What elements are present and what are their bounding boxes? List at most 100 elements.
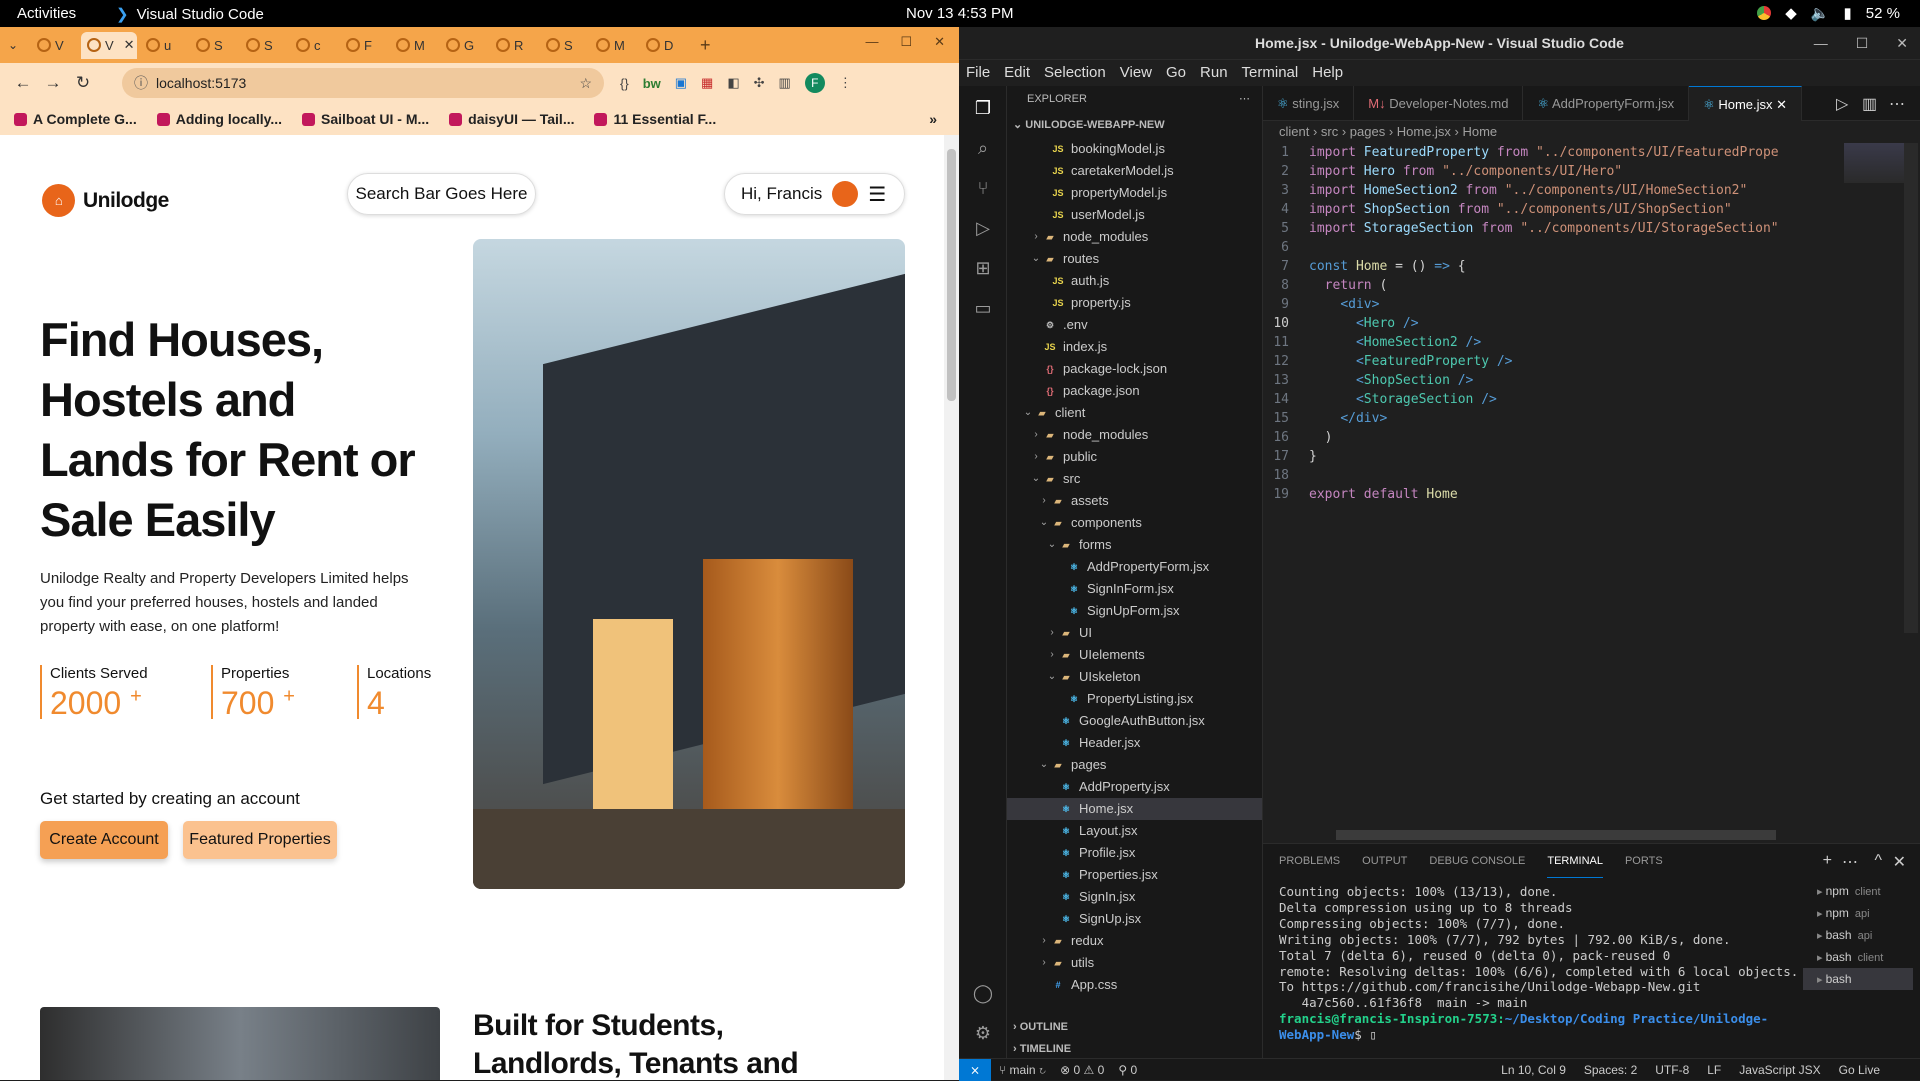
terminal-instance[interactable]: ▸ bash api: [1803, 924, 1913, 946]
tree-item[interactable]: ⚙ .env: [1007, 314, 1262, 336]
panel-tab[interactable]: PROBLEMS: [1279, 844, 1340, 878]
encoding[interactable]: UTF-8: [1655, 1063, 1689, 1077]
minimize-button[interactable]: —: [865, 34, 878, 50]
tree-item[interactable]: JS property.js: [1007, 292, 1262, 314]
split-editor-icon[interactable]: ▥: [1862, 94, 1877, 114]
menu-item[interactable]: Run: [1200, 60, 1228, 86]
close-window-button[interactable]: ✕: [934, 34, 945, 50]
user-menu[interactable]: Hi, Francis ☰: [724, 173, 905, 215]
editor-tab[interactable]: M↓ Developer-Notes.md: [1354, 86, 1524, 121]
maximize-button[interactable]: ☐: [900, 34, 912, 50]
code-line[interactable]: 7 const Home = () => {: [1263, 257, 1883, 276]
editor-tab[interactable]: ⚛ sting.jsx: [1263, 86, 1355, 121]
terminal-instance[interactable]: ▸ bash client: [1803, 946, 1913, 968]
browser-tab[interactable]: u: [140, 32, 187, 59]
site-info-icon[interactable]: ⓘ: [134, 68, 148, 98]
browser-tab[interactable]: c: [290, 32, 337, 59]
browser-tab[interactable]: V: [31, 32, 78, 59]
browser-tab[interactable]: S: [190, 32, 237, 59]
cursor-position[interactable]: Ln 10, Col 9: [1501, 1063, 1566, 1077]
code-line[interactable]: 12 < FeaturedProperty />: [1263, 352, 1883, 371]
extension-icon[interactable]: ▦: [701, 75, 713, 91]
tree-item[interactable]: ⌄ ▰ client: [1007, 402, 1262, 424]
code-line[interactable]: 15 </div>: [1263, 409, 1883, 428]
panel-tab[interactable]: TERMINAL: [1547, 844, 1603, 878]
tree-item[interactable]: ⚛ AddPropertyForm.jsx: [1007, 556, 1262, 578]
search-bar[interactable]: Search Bar Goes Here: [347, 173, 536, 215]
run-debug-icon[interactable]: ▷: [971, 216, 995, 240]
browser-tab[interactable]: V ✕: [81, 31, 137, 59]
code-line[interactable]: 9 <div>: [1263, 295, 1883, 314]
code-line[interactable]: 5 import StorageSection from "../componen…: [1263, 219, 1883, 238]
maximize-button[interactable]: ☐: [1856, 27, 1869, 60]
tree-item[interactable]: ⌄ ▰ src: [1007, 468, 1262, 490]
terminal-instance[interactable]: ▸ npm client: [1803, 880, 1913, 902]
new-terminal-icon[interactable]: +: [1823, 852, 1832, 870]
maximize-panel-icon[interactable]: ^: [1874, 852, 1882, 870]
browser-tab[interactable]: G: [440, 32, 487, 59]
tree-item[interactable]: › ▰ redux: [1007, 930, 1262, 952]
tree-item[interactable]: › ▰ UIelements: [1007, 644, 1262, 666]
menu-item[interactable]: Help: [1312, 60, 1343, 86]
scrollbar-thumb[interactable]: [947, 149, 956, 401]
active-app-menu[interactable]: ❯ Visual Studio Code: [116, 5, 264, 24]
tree-item[interactable]: JS caretakerModel.js: [1007, 160, 1262, 182]
tree-item[interactable]: ⌄ ▰ UIskeleton: [1007, 666, 1262, 688]
browser-tab[interactable]: D: [640, 32, 687, 59]
bookmark-item[interactable]: Adding locally...: [156, 111, 282, 127]
code-line[interactable]: 8 return (: [1263, 276, 1883, 295]
code-line[interactable]: 6: [1263, 238, 1883, 257]
tree-item[interactable]: › ▰ node_modules: [1007, 424, 1262, 446]
ports-indicator[interactable]: ⚲ 0: [1118, 1063, 1137, 1077]
browser-tab[interactable]: M: [390, 32, 437, 59]
close-panel-icon[interactable]: ✕: [1893, 852, 1906, 872]
tree-item[interactable]: ⚛ Layout.jsx: [1007, 820, 1262, 842]
menu-item[interactable]: Edit: [1004, 60, 1030, 86]
browser-tab[interactable]: R: [490, 32, 537, 59]
activities-button[interactable]: Activities: [17, 5, 76, 22]
tree-item[interactable]: # App.css: [1007, 974, 1262, 996]
tree-item[interactable]: ⚛ Properties.jsx: [1007, 864, 1262, 886]
featured-properties-button[interactable]: Featured Properties: [183, 821, 337, 859]
side-panel-icon[interactable]: ▥: [779, 75, 791, 91]
code-line[interactable]: 16 ): [1263, 428, 1883, 447]
breadcrumb[interactable]: client › src › pages › Home.jsx › Home: [1263, 121, 1920, 143]
tree-item[interactable]: ⚛ Header.jsx: [1007, 732, 1262, 754]
tree-item[interactable]: ⚛ SignIn.jsx: [1007, 886, 1262, 908]
code-line[interactable]: 4 import ShopSection from "../components/…: [1263, 200, 1883, 219]
tree-item[interactable]: › ▰ node_modules: [1007, 226, 1262, 248]
eol[interactable]: LF: [1707, 1063, 1721, 1077]
tree-item[interactable]: JS userModel.js: [1007, 204, 1262, 226]
code-line[interactable]: 2 import Hero from "../components/UI/Hero…: [1263, 162, 1883, 181]
close-tab-icon[interactable]: ✕: [124, 37, 135, 53]
tree-item[interactable]: ⌄ ▰ components: [1007, 512, 1262, 534]
code-line[interactable]: 11 < HomeSection2 />: [1263, 333, 1883, 352]
menu-item[interactable]: Selection: [1044, 60, 1106, 86]
extensions-icon[interactable]: ⊞: [971, 256, 995, 280]
horizontal-scrollbar[interactable]: [1336, 830, 1776, 840]
extension-icon[interactable]: ▣: [675, 75, 687, 91]
code-line[interactable]: 13 < ShopSection />: [1263, 371, 1883, 390]
terminal-output[interactable]: Counting objects: 100% (13/13), done. De…: [1279, 884, 1799, 1043]
go-live-button[interactable]: Go Live: [1839, 1063, 1880, 1077]
code-line[interactable]: 3 import HomeSection2 from "../components…: [1263, 181, 1883, 200]
editor-scrollbar[interactable]: [1904, 143, 1918, 633]
menu-item[interactable]: View: [1120, 60, 1152, 86]
tree-item[interactable]: JS propertyModel.js: [1007, 182, 1262, 204]
panel-more-icon[interactable]: ⋯: [1842, 852, 1858, 872]
run-icon[interactable]: ▷: [1836, 94, 1848, 114]
extension-icon[interactable]: ◧: [727, 75, 739, 91]
more-bookmarks-icon[interactable]: »: [929, 111, 937, 127]
code-line[interactable]: 18: [1263, 466, 1883, 485]
remote-explorer-icon[interactable]: ▭: [971, 296, 995, 320]
remote-indicator[interactable]: ⨯: [959, 1058, 991, 1081]
browser-tab[interactable]: S: [240, 32, 287, 59]
account-icon[interactable]: ◯: [971, 981, 995, 1005]
editor-tab[interactable]: ⚛ Home.jsx ✕: [1689, 86, 1803, 121]
chrome-menu-icon[interactable]: ⋮: [839, 75, 852, 91]
browser-tab[interactable]: F: [340, 32, 387, 59]
terminal-instance[interactable]: ▸ bash: [1803, 968, 1913, 990]
indentation[interactable]: Spaces: 2: [1584, 1063, 1637, 1077]
forward-button[interactable]: →: [38, 73, 68, 93]
create-account-button[interactable]: Create Account: [40, 821, 168, 859]
